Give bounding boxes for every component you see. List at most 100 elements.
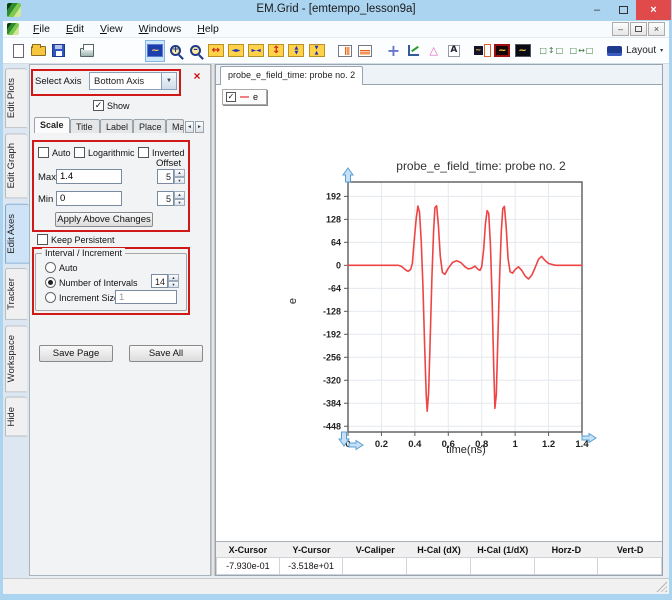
- document-tab[interactable]: probe_e_field_time: probe no. 2: [220, 66, 363, 85]
- side-tab-edit-graph[interactable]: Edit Graph: [5, 133, 27, 198]
- inverted-checkbox-row[interactable]: Inverted: [138, 147, 185, 158]
- auto-checkbox[interactable]: [38, 147, 49, 158]
- v-fit-button[interactable]: [307, 40, 327, 62]
- side-tab-edit-plots[interactable]: Edit Plots: [5, 68, 27, 128]
- logarithmic-checkbox[interactable]: [74, 147, 85, 158]
- wave-overlay-button[interactable]: [492, 40, 512, 62]
- max-offset-value[interactable]: 5: [157, 169, 174, 184]
- zoom-in-button[interactable]: [165, 40, 185, 62]
- mdi-minimize-button[interactable]: –: [612, 22, 629, 36]
- tab-scroll-left-button[interactable]: ◄: [185, 121, 194, 133]
- inverted-checkbox[interactable]: [138, 147, 149, 158]
- v-expand-button[interactable]: [266, 40, 286, 62]
- menu-edit[interactable]: Edit: [58, 21, 92, 37]
- select-axis-label: Select Axis: [35, 76, 81, 87]
- save-file-button[interactable]: [48, 40, 68, 62]
- dropdown-arrow-icon[interactable]: ▼: [161, 73, 176, 89]
- h-align-icon: [570, 47, 595, 55]
- open-file-button[interactable]: [28, 40, 48, 62]
- show-checkbox[interactable]: [93, 100, 104, 111]
- number-of-intervals-radio[interactable]: [45, 277, 56, 288]
- axis-tab-place[interactable]: Place: [133, 119, 166, 133]
- new-subplot-button[interactable]: [472, 40, 492, 62]
- resize-grip-icon[interactable]: [656, 581, 667, 592]
- add-caliper-icon: [430, 45, 438, 56]
- close-button[interactable]: ×: [636, 0, 671, 20]
- min-input[interactable]: [56, 191, 122, 206]
- add-cursor-button[interactable]: [383, 40, 403, 62]
- minimize-button[interactable]: –: [584, 0, 610, 20]
- show-checkbox-row[interactable]: Show: [93, 100, 130, 111]
- waveform-chart: 00.20.40.60.811.21.4192128640-64-128-192…: [281, 156, 611, 456]
- zoom-out-button[interactable]: [186, 40, 206, 62]
- pan-tool-button[interactable]: [125, 40, 145, 62]
- number-of-intervals-spinner[interactable]: 14 ▲ ▼: [151, 274, 179, 288]
- pointer-tool-button[interactable]: [105, 40, 125, 62]
- new-file-button[interactable]: [8, 40, 28, 62]
- strip-vertical-button[interactable]: [335, 40, 355, 62]
- menu-help[interactable]: Help: [189, 21, 227, 37]
- h-expand-button[interactable]: [206, 40, 226, 62]
- number-of-intervals-value[interactable]: 14: [151, 274, 168, 288]
- save-page-button[interactable]: Save Page: [39, 345, 113, 362]
- wave-window-button[interactable]: [512, 40, 532, 62]
- min-offset-spinner[interactable]: 5 ▲ ▼: [157, 191, 185, 206]
- increment-size-row[interactable]: Increment Size: [45, 292, 119, 303]
- side-tab-tracker[interactable]: Tracker: [5, 268, 27, 320]
- number-of-intervals-row[interactable]: Number of Intervals: [45, 277, 138, 288]
- strip-horizontal-button[interactable]: [355, 40, 375, 62]
- keep-persistent-checkbox[interactable]: [37, 234, 48, 245]
- h-align-button[interactable]: [571, 40, 593, 62]
- keep-persistent-row[interactable]: Keep Persistent: [37, 234, 115, 245]
- interval-auto-row[interactable]: Auto: [45, 262, 78, 273]
- add-axes-button[interactable]: [404, 40, 424, 62]
- spin-down-icon[interactable]: ▼: [168, 281, 179, 288]
- v-compress-button[interactable]: [286, 40, 306, 62]
- auto-checkbox-row[interactable]: Auto: [38, 147, 71, 158]
- legend-series-checkbox[interactable]: [226, 92, 236, 102]
- spin-up-icon[interactable]: ▲: [174, 169, 185, 177]
- plot-select-button[interactable]: [145, 40, 165, 62]
- maximize-button[interactable]: [610, 0, 636, 20]
- side-tab-hide[interactable]: Hide: [5, 397, 27, 437]
- logarithmic-label: Logarithmic: [88, 148, 135, 158]
- spin-down-icon[interactable]: ▼: [174, 177, 185, 185]
- save-all-button[interactable]: Save All: [129, 345, 203, 362]
- layout-menu-button[interactable]: Layout▾: [601, 40, 669, 62]
- menu-windows[interactable]: Windows: [131, 21, 190, 37]
- increment-size-input[interactable]: [115, 290, 177, 304]
- panel-close-button[interactable]: ×: [190, 69, 204, 83]
- interval-auto-radio[interactable]: [45, 262, 56, 273]
- axis-tab-scale[interactable]: Scale: [34, 117, 70, 133]
- h-compress-button[interactable]: [226, 40, 246, 62]
- side-tab-workspace[interactable]: Workspace: [5, 325, 27, 392]
- menu-file[interactable]: File: [25, 21, 58, 37]
- spin-up-icon[interactable]: ▲: [174, 191, 185, 199]
- cursor-header-vert-d: Vert-D: [598, 545, 662, 555]
- toolbar: Layout▾: [3, 38, 669, 64]
- axis-tab-title[interactable]: Title: [70, 119, 100, 133]
- add-caliper-button[interactable]: [424, 40, 444, 62]
- print-button[interactable]: [77, 40, 97, 62]
- tab-scroll-right-button[interactable]: ►: [195, 121, 204, 133]
- pan-up-arrow-icon[interactable]: [343, 168, 353, 182]
- logarithmic-checkbox-row[interactable]: Logarithmic: [74, 147, 135, 158]
- spin-down-icon[interactable]: ▼: [174, 199, 185, 207]
- number-of-intervals-label: Number of Intervals: [59, 278, 138, 288]
- axis-tab-label[interactable]: Label: [100, 119, 133, 133]
- min-offset-value[interactable]: 5: [157, 191, 174, 206]
- mdi-close-button[interactable]: ×: [648, 22, 665, 36]
- h-fit-button[interactable]: [246, 40, 266, 62]
- add-text-button[interactable]: [444, 40, 464, 62]
- menu-view[interactable]: View: [92, 21, 131, 37]
- select-axis-dropdown[interactable]: Bottom Axis ▼: [89, 72, 177, 90]
- increment-size-radio[interactable]: [45, 292, 56, 303]
- apply-above-changes-button[interactable]: Apply Above Changes: [55, 212, 153, 227]
- v-align-button[interactable]: [541, 40, 563, 62]
- max-offset-spinner[interactable]: 5 ▲ ▼: [157, 169, 185, 184]
- spin-up-icon[interactable]: ▲: [168, 274, 179, 281]
- side-tab-edit-axes[interactable]: Edit Axes: [5, 204, 29, 264]
- max-input[interactable]: [56, 169, 122, 184]
- axis-tab-ma[interactable]: Ma: [166, 119, 184, 133]
- mdi-restore-button[interactable]: [630, 22, 647, 36]
